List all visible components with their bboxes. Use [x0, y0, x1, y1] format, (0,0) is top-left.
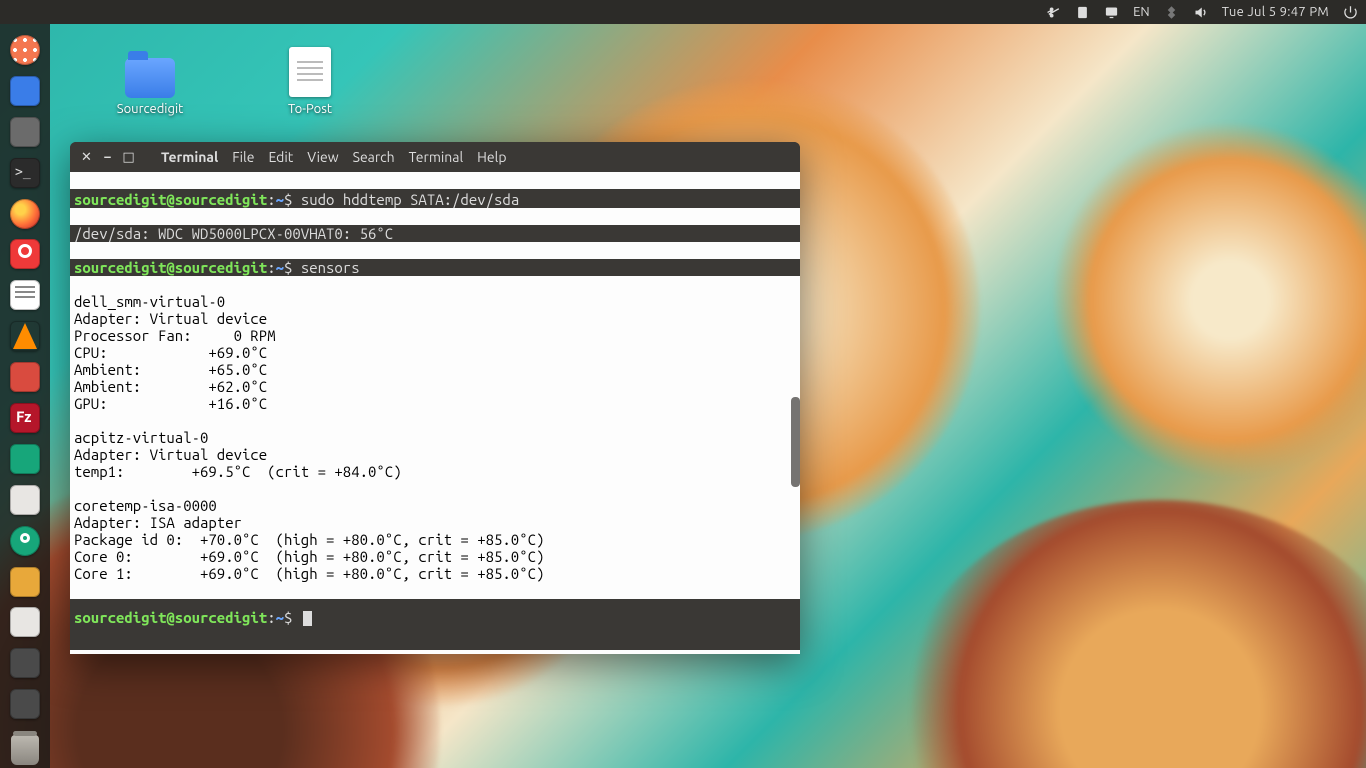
app-a-icon: [10, 648, 40, 678]
dock-item-filezilla[interactable]: Fz: [5, 400, 45, 436]
sync-icon: [10, 567, 40, 597]
trash-icon: [11, 735, 39, 765]
terminal-output-line: Adapter: Virtual device: [74, 310, 267, 327]
prompt-user: sourcedigit@sourcedigit: [74, 609, 267, 626]
menu-help[interactable]: Help: [477, 149, 506, 165]
terminal-output-line: Core 0: +69.0°C (high = +80.0°C, crit = …: [74, 548, 544, 565]
desktop-icon-label: Sourcedigit: [105, 102, 195, 116]
transmission-icon: [10, 362, 40, 392]
terminal-body[interactable]: sourcedigit@sourcedigit:~$ sudo hddtemp …: [70, 172, 800, 654]
show-apps-icon: [10, 35, 40, 65]
dock-item-chromium-app[interactable]: [5, 604, 45, 640]
terminal-output-line: Package id 0: +70.0°C (high = +80.0°C, c…: [74, 531, 544, 548]
files-icon: [10, 76, 40, 106]
text-editor-icon: [10, 280, 40, 310]
close-icon[interactable]: ✕: [80, 151, 93, 164]
terminal-command: sensors: [301, 259, 360, 276]
firefox-icon: [10, 199, 40, 229]
dock-item-settings[interactable]: [5, 523, 45, 559]
menu-view[interactable]: View: [307, 149, 338, 165]
terminal-titlebar[interactable]: ✕ – □ Terminal File Edit View Search Ter…: [70, 142, 800, 172]
menu-search[interactable]: Search: [353, 149, 395, 165]
terminal-output-line: coretemp-isa-0000: [74, 497, 217, 514]
terminal-output-line: Adapter: Virtual device: [74, 446, 267, 463]
terminal-icon: >_: [10, 158, 40, 188]
dock-item-shutter[interactable]: [5, 441, 45, 477]
dock-item-files[interactable]: [5, 73, 45, 109]
dock-item-app-b[interactable]: [5, 686, 45, 722]
prompt-user: sourcedigit@sourcedigit: [74, 259, 267, 276]
menu-terminal[interactable]: Terminal: [409, 149, 464, 165]
clock[interactable]: Tue Jul 5 9:47 PM: [1222, 5, 1329, 19]
desktop-file-to-post[interactable]: To-Post: [265, 46, 355, 116]
menu-edit[interactable]: Edit: [268, 149, 293, 165]
bluetooth-icon[interactable]: [1164, 5, 1179, 20]
terminal-output-line: dell_smm-virtual-0: [74, 293, 225, 310]
dock-item-terminal[interactable]: >_: [5, 155, 45, 191]
scrollbar-thumb[interactable]: [791, 397, 800, 487]
terminal-output-line: Ambient: +65.0°C: [74, 361, 267, 378]
dock-item-sync[interactable]: [5, 564, 45, 600]
terminal-output-line: acpitz-virtual-0: [74, 429, 208, 446]
dock-item-firefox[interactable]: [5, 196, 45, 232]
shutter-icon: [10, 444, 40, 474]
prompt-user: sourcedigit@sourcedigit: [74, 191, 267, 208]
software-icon: [10, 485, 40, 515]
dock-item-disks[interactable]: [5, 114, 45, 150]
dock-item-transmission[interactable]: [5, 359, 45, 395]
scissors-icon[interactable]: [1046, 5, 1061, 20]
dock-item-app-a[interactable]: [5, 645, 45, 681]
dock: >_ Fz: [0, 24, 50, 768]
document-icon: [289, 47, 331, 97]
folder-icon: [125, 58, 175, 98]
dock-item-vlc[interactable]: [5, 318, 45, 354]
top-panel: EN Tue Jul 5 9:47 PM: [0, 0, 1366, 24]
desktop-folder-sourcedigit[interactable]: Sourcedigit: [105, 46, 195, 116]
terminal-output-line: temp1: +69.5°C (crit = +84.0°C): [74, 463, 402, 480]
terminal-command: sudo hddtemp SATA:/dev/sda: [301, 191, 519, 208]
terminal-output-line: GPU: +16.0°C: [74, 395, 267, 412]
chromium-app-icon: [10, 607, 40, 637]
terminal-output-line: Core 1: +69.0°C (high = +80.0°C, crit = …: [74, 565, 544, 582]
vivaldi-icon: [10, 239, 40, 269]
terminal-output-line: Adapter: ISA adapter: [74, 514, 242, 531]
dock-item-show-apps[interactable]: [5, 32, 45, 68]
terminal-output-line: /dev/sda: WDC WD5000LPCX-00VHAT0: 56°C: [70, 225, 800, 242]
terminal-output-line: Processor Fan: 0 RPM: [74, 327, 276, 344]
terminal-cursor: [303, 611, 312, 626]
terminal-output-line: Ambient: +62.0°C: [74, 378, 267, 395]
dock-item-text-editor[interactable]: [5, 277, 45, 313]
dock-item-vivaldi[interactable]: [5, 236, 45, 272]
volume-icon[interactable]: [1193, 5, 1208, 20]
desktop-icon-label: To-Post: [265, 102, 355, 116]
prompt-path: ~: [276, 259, 284, 276]
settings-icon: [10, 526, 40, 556]
disks-icon: [10, 117, 40, 147]
app-b-icon: [10, 689, 40, 719]
filezilla-icon: Fz: [10, 403, 40, 433]
menubar-title: Terminal: [161, 149, 218, 165]
maximize-icon[interactable]: □: [122, 151, 135, 164]
prompt-path: ~: [276, 609, 284, 626]
menubar: Terminal File Edit View Search Terminal …: [161, 149, 507, 165]
terminal-window: ✕ – □ Terminal File Edit View Search Ter…: [70, 142, 800, 654]
vlc-icon: [10, 321, 40, 351]
minimize-icon[interactable]: –: [101, 151, 114, 164]
keyboard-lang[interactable]: EN: [1133, 5, 1150, 19]
dock-item-trash[interactable]: [5, 732, 45, 768]
menu-file[interactable]: File: [232, 149, 254, 165]
prompt-path: ~: [276, 191, 284, 208]
display-icon[interactable]: [1104, 5, 1119, 20]
terminal-output-line: CPU: +69.0°C: [74, 344, 267, 361]
power-icon[interactable]: [1343, 5, 1358, 20]
dock-item-software[interactable]: [5, 482, 45, 518]
clipboard-icon[interactable]: [1075, 5, 1090, 20]
